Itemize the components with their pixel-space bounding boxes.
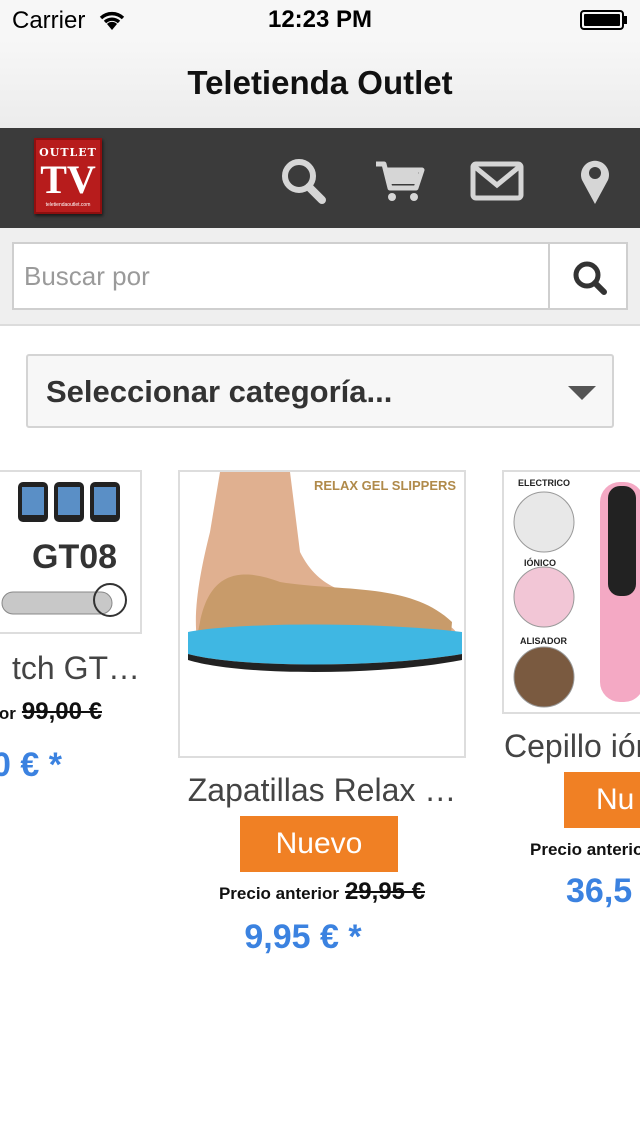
logo-text-tv: TV [40,157,96,202]
product-name: Zapatillas Relax … [187,772,457,808]
toolbar: OUTLET TV teletiendaoutlet.com [0,128,640,228]
product-carousel[interactable]: GT08 tch GT… or 99,00 € 0 € * RELAX GEL S… [0,460,640,1020]
product-image-text: RELAX GEL SLIPPERS [314,478,457,493]
previous-price-value: 99,00 € [21,698,102,725]
previous-price-label: or [0,704,16,723]
previous-price: Precio anterior 29,95 € [178,878,466,906]
previous-price-label: Precio anterior [218,884,339,903]
page-title: Teletienda Outlet [187,64,453,101]
status-time: 12:23 PM [267,6,373,33]
current-price: 9,95 € * [244,918,362,956]
battery-icon [580,10,628,30]
location-pin-icon[interactable] [568,156,622,206]
product-card-smartwatch[interactable]: GT08 tch GT… or 99,00 € 0 € * [0,470,142,790]
new-badge: Nu [564,772,640,828]
category-select[interactable]: Seleccionar categoría... [26,354,614,428]
product-name: tch GT… [11,650,140,686]
logo-text-url: teletiendaoutlet.com [45,202,91,208]
previous-price: or 99,00 € [0,698,102,726]
previous-price-label: Precio anterio [530,840,640,859]
brand-logo[interactable]: OUTLET TV teletiendaoutlet.com [34,138,102,214]
search-bar [0,228,640,326]
mail-icon[interactable] [470,156,524,206]
cart-icon[interactable] [372,156,426,206]
product-name: Cepillo ión [504,728,640,764]
current-price: 36,5 [566,872,633,910]
product-image-text: GT08 [32,538,118,576]
new-badge: Nuevo [240,816,398,872]
product-image-label: IÓNICO [524,558,557,568]
product-card-slippers[interactable]: RELAX GEL SLIPPERS Zapatillas Relax … Nu… [178,470,466,970]
search-icon[interactable] [276,156,330,206]
product-image: RELAX GEL SLIPPERS [178,470,466,758]
product-card-brush[interactable]: ELECTRICO IÓNICO ALISADOR Cepillo ión Nu… [502,470,640,930]
product-image: GT08 [0,470,142,634]
navigation-bar: Teletienda Outlet [0,40,640,128]
current-price: 0 € * [0,746,62,784]
product-image: ELECTRICO IÓNICO ALISADOR [502,470,640,714]
product-image-label: ELECTRICO [518,478,571,488]
product-image-label: ALISADOR [520,636,567,646]
previous-price: Precio anterio [530,840,640,860]
search-input[interactable] [12,242,552,310]
status-bar: Carrier 12:23 PM [0,0,640,40]
category-select-label: Seleccionar categoría... [46,374,393,409]
chevron-down-icon [568,386,596,400]
search-button[interactable] [548,242,628,310]
previous-price-value: 29,95 € [344,878,426,905]
search-icon [573,261,607,295]
